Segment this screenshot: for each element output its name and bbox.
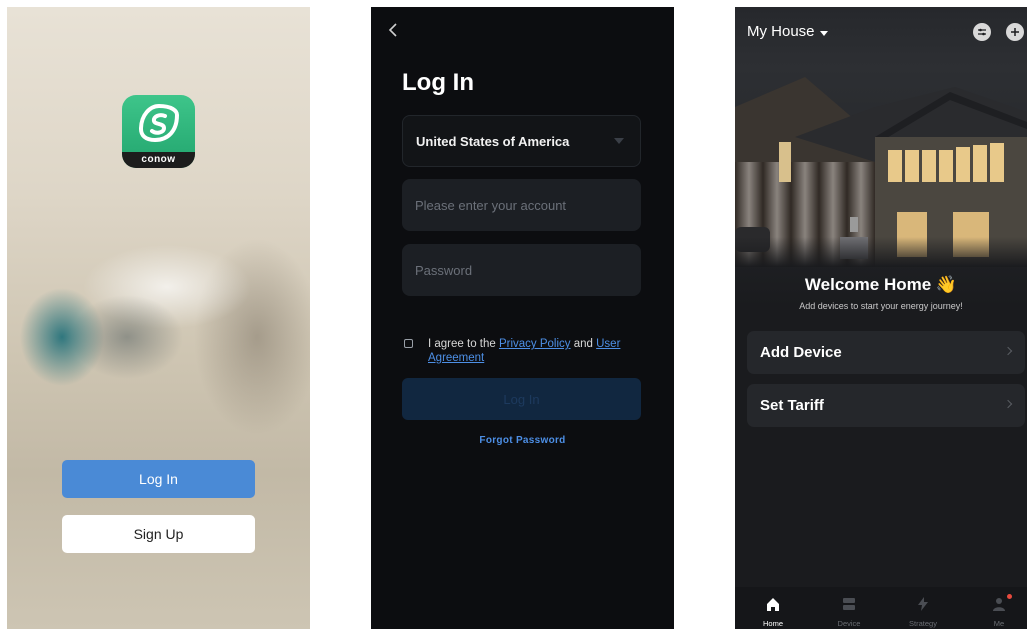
waving-hand-icon: 👋	[935, 275, 958, 294]
tab-device-label: Device	[837, 619, 861, 628]
agree-prefix: I agree to the	[428, 338, 499, 350]
tab-home-label: Home	[762, 619, 783, 628]
page-title: Log In	[402, 69, 474, 96]
tab-strategy-label: Strategy	[909, 619, 937, 628]
welcome-title: Welcome Home	[804, 275, 932, 294]
login-button[interactable]: Log In	[62, 460, 255, 498]
dropdown-caret-icon	[819, 30, 828, 36]
tab-strategy[interactable]: Strategy	[893, 587, 953, 629]
agree-checkbox[interactable]	[404, 339, 413, 348]
privacy-policy-link[interactable]: Privacy Policy	[499, 338, 571, 350]
bottom-tab-bar: Home Device Strategy Me	[735, 587, 1027, 629]
submit-login-button[interactable]: Log In	[402, 378, 641, 420]
add-device-card[interactable]: Add Device	[747, 331, 1025, 374]
caret-down-icon	[614, 138, 624, 144]
leaf-s-icon	[138, 103, 180, 143]
house-name: My House	[747, 23, 815, 40]
app-logo: conow	[122, 95, 195, 168]
forgot-password-link[interactable]: Forgot Password	[371, 435, 674, 446]
house-selector[interactable]: My House	[747, 23, 828, 40]
login-screen: Log In United States of America Please e…	[371, 7, 674, 629]
welcome-subtitle: Add devices to start your energy journey…	[799, 301, 963, 311]
set-tariff-label: Set Tariff	[760, 397, 824, 414]
password-placeholder: Password	[415, 262, 473, 278]
person-icon	[993, 598, 1005, 611]
logo-wordmark: conow	[122, 152, 195, 168]
home-screen: My House Welcome Home 👋 Add devices to s…	[735, 7, 1027, 629]
agreement-row: I agree to the Privacy Policy and User A…	[404, 337, 644, 365]
chevron-right-icon	[1003, 399, 1013, 409]
signup-button[interactable]: Sign Up	[62, 515, 255, 553]
account-input[interactable]: Please enter your account	[402, 179, 641, 231]
country-value: United States of America	[416, 133, 570, 149]
tab-me-label: Me	[993, 619, 1005, 628]
account-placeholder: Please enter your account	[415, 197, 567, 213]
home-icon	[767, 598, 779, 611]
agreement-text: I agree to the Privacy Policy and User A…	[428, 337, 644, 365]
splash-screen: conow Log In Sign Up	[7, 7, 310, 629]
settings-sliders-icon[interactable]	[973, 23, 991, 41]
notification-badge	[1007, 594, 1012, 599]
country-select[interactable]: United States of America	[402, 115, 641, 167]
bolt-icon	[918, 597, 928, 611]
device-icon	[843, 598, 855, 610]
house-illustration	[735, 77, 1027, 267]
agree-and: and	[570, 338, 597, 350]
tab-me[interactable]: Me	[969, 587, 1027, 629]
set-tariff-card[interactable]: Set Tariff	[747, 384, 1025, 427]
welcome-heading: Welcome Home 👋	[735, 275, 1027, 295]
back-chevron-icon[interactable]	[387, 21, 401, 39]
tab-home[interactable]: Home	[743, 587, 803, 629]
tab-device[interactable]: Device	[819, 587, 879, 629]
password-input[interactable]: Password	[402, 244, 641, 296]
add-icon[interactable]	[1006, 23, 1024, 41]
add-device-label: Add Device	[760, 344, 842, 361]
chevron-right-icon	[1003, 346, 1013, 356]
